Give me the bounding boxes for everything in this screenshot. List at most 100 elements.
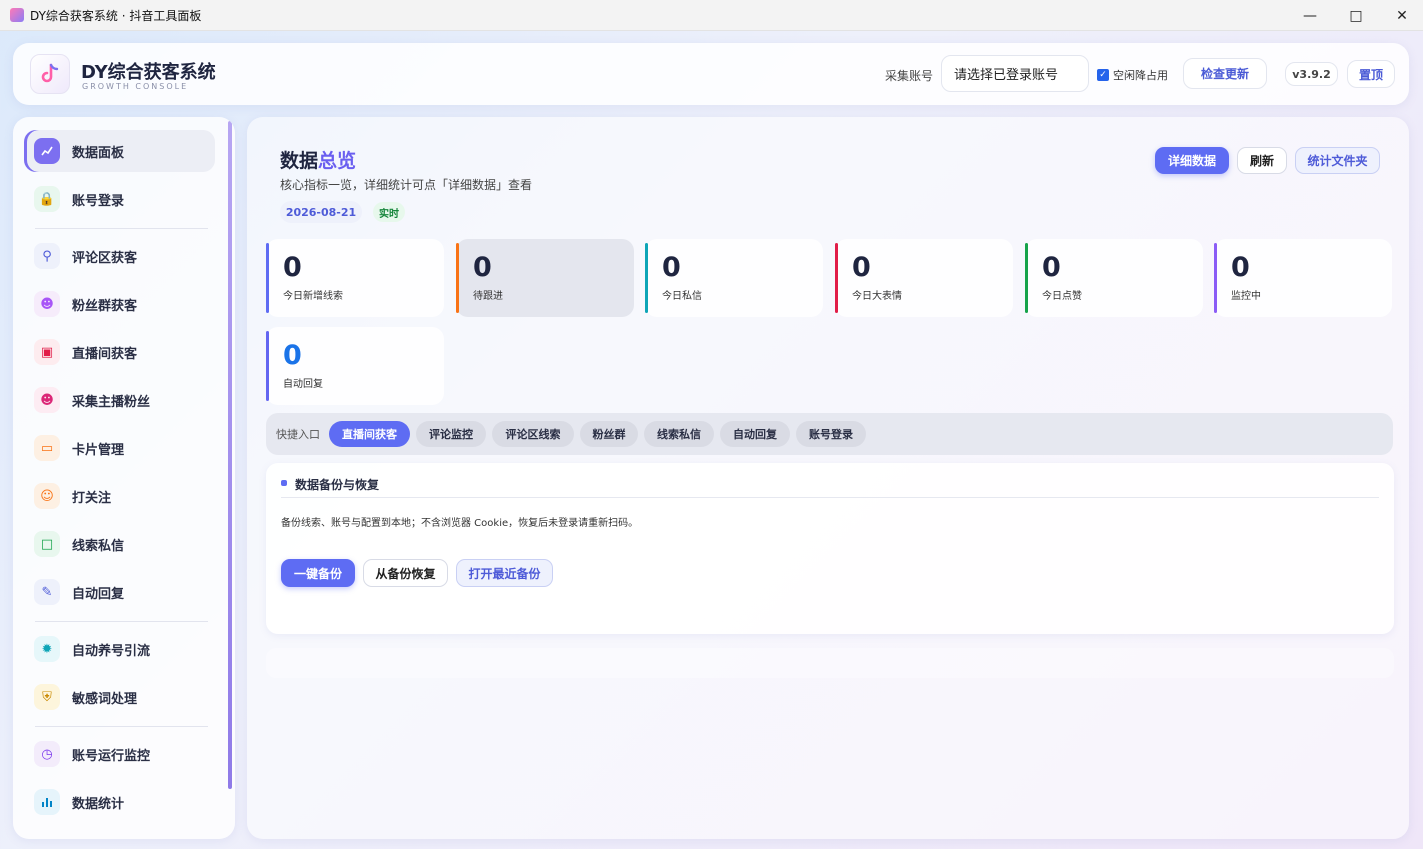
backup-description: 备份线索、账号与配置到本地；不含浏览器 Cookie，恢复后未登录请重新扫码。 — [281, 518, 639, 529]
check-update-button[interactable]: 检查更新 — [1183, 58, 1267, 89]
sidebar-item-lead-message[interactable]: □ 线索私信 — [24, 523, 215, 565]
close-icon[interactable]: ✕ — [1379, 0, 1423, 31]
quick-chip-live-room[interactable]: 直播间获客 — [329, 421, 410, 447]
stat-value: 0 — [852, 252, 871, 283]
sidebar-item-sensitive-words[interactable]: ⛨ 敏感词处理 — [24, 676, 215, 718]
stat-accent-bar — [645, 243, 648, 313]
version-badge: v3.9.2 — [1285, 62, 1338, 86]
sidebar-item-comment-leads[interactable]: ⚲ 评论区获客 — [24, 235, 215, 277]
quick-chip-account-login[interactable]: 账号登录 — [796, 421, 866, 447]
quick-entry-label: 快捷入口 — [276, 428, 320, 441]
stat-accent-bar — [266, 331, 269, 401]
stat-card-auto-reply: 0 自动回复 — [266, 327, 444, 405]
header-bar: DY综合获客系统 GROWTH CONSOLE 采集账号 请选择已登录账号 ✓ … — [13, 43, 1409, 105]
pin-button[interactable]: 置顶 — [1347, 60, 1395, 88]
stat-accent-bar — [1025, 243, 1028, 313]
stat-label: 今日大表情 — [852, 291, 902, 302]
spinner-icon: ✹ — [34, 636, 60, 662]
stat-value: 0 — [473, 252, 492, 283]
one-click-backup-button[interactable]: 一键备份 — [281, 559, 355, 587]
chart-line-icon — [34, 138, 60, 164]
users-icon: ☻ — [34, 387, 60, 413]
quick-chip-comment-leads[interactable]: 评论区线索 — [492, 421, 574, 447]
quick-chip-lead-message[interactable]: 线索私信 — [644, 421, 714, 447]
brand-title: DY综合获客系统 — [81, 62, 216, 83]
stat-accent-bar — [1214, 243, 1217, 313]
search-icon: ⚲ — [34, 243, 60, 269]
sidebar-item-data-stats[interactable]: 数据统计 — [24, 781, 215, 823]
detail-data-button[interactable]: 详细数据 — [1155, 147, 1229, 174]
account-select[interactable]: 请选择已登录账号 — [941, 55, 1089, 92]
sidebar: 数据面板 🔒 账号登录 ⚲ 评论区获客 ☻ 粉丝群获客 ▣ 直播间获客 ☻ 采集… — [13, 117, 235, 839]
sidebar-item-label: 粉丝群获客 — [72, 298, 138, 314]
backup-card: 数据备份与恢复 备份线索、账号与配置到本地；不含浏览器 Cookie，恢复后未登… — [266, 463, 1394, 634]
backup-title: 数据备份与恢复 — [295, 478, 380, 492]
checkbox-check-icon[interactable]: ✓ — [1097, 69, 1109, 81]
sidebar-scrollbar[interactable] — [228, 121, 232, 789]
maximize-icon[interactable]: □ — [1333, 0, 1379, 31]
date-badge: 2026-08-21 — [280, 201, 362, 223]
section-marker-icon — [281, 480, 287, 486]
sidebar-item-label: 评论区获客 — [72, 250, 138, 266]
stat-card-new-leads: 0 今日新增线索 — [266, 239, 444, 317]
page-title-prefix: 数据 — [280, 150, 319, 172]
stat-card-emoji: 0 今日大表情 — [835, 239, 1013, 317]
stats-folder-button[interactable]: 统计文件夹 — [1295, 147, 1380, 174]
lock-icon: 🔒 — [34, 186, 60, 212]
stat-label: 自动回复 — [283, 379, 323, 390]
stat-accent-bar — [456, 243, 459, 313]
clock-icon: ◷ — [34, 741, 60, 767]
sidebar-item-label: 账号运行监控 — [72, 748, 151, 764]
users-icon: ☻ — [34, 291, 60, 317]
stat-value: 0 — [662, 252, 681, 283]
sidebar-item-live-room[interactable]: ▣ 直播间获客 — [24, 331, 215, 373]
sidebar-item-label: 账号登录 — [72, 193, 125, 209]
sidebar-item-label: 直播间获客 — [72, 346, 138, 362]
sidebar-item-follow[interactable]: ☺ 打关注 — [24, 475, 215, 517]
quick-entry-bar: 快捷入口 直播间获客 评论监控 评论区线索 粉丝群 线索私信 自动回复 账号登录 — [266, 413, 1393, 455]
stat-accent-bar — [266, 243, 269, 313]
stat-card-likes: 0 今日点赞 — [1025, 239, 1203, 317]
open-latest-backup-button[interactable]: 打开最近备份 — [456, 559, 553, 587]
page-title: 数据总览 — [280, 146, 356, 173]
sidebar-item-label: 数据面板 — [72, 145, 125, 161]
sidebar-item-account-login[interactable]: 🔒 账号登录 — [24, 178, 215, 220]
stat-value: 0 — [283, 340, 302, 371]
sidebar-divider — [35, 726, 208, 727]
idle-checkbox[interactable]: ✓ 空闲降占用 — [1097, 67, 1168, 83]
restore-backup-button[interactable]: 从备份恢复 — [363, 559, 448, 587]
sidebar-item-card-management[interactable]: ▭ 卡片管理 — [24, 427, 215, 469]
sidebar-item-fan-group[interactable]: ☻ 粉丝群获客 — [24, 283, 215, 325]
page-title-accent: 总览 — [318, 150, 357, 172]
sidebar-item-account-nurture[interactable]: ✹ 自动养号引流 — [24, 628, 215, 670]
sidebar-item-auto-reply[interactable]: ✎ 自动回复 — [24, 571, 215, 613]
card-icon: ▭ — [34, 435, 60, 461]
placeholder-card — [266, 648, 1394, 678]
shield-icon: ⛨ — [34, 684, 60, 710]
user-plus-icon: ☺ — [34, 483, 60, 509]
window-title: DY综合获客系统 · 抖音工具面板 — [30, 8, 202, 23]
sidebar-item-label: 自动养号引流 — [72, 643, 151, 659]
quick-chip-comment-monitor[interactable]: 评论监控 — [416, 421, 486, 447]
monitor-icon: ▣ — [34, 339, 60, 365]
account-label: 采集账号 — [885, 69, 934, 83]
stat-card-messages: 0 今日私信 — [645, 239, 823, 317]
page-subtitle: 核心指标一览，详细统计可点「详细数据」查看 — [280, 178, 533, 192]
stat-card-pending: 0 待跟进 — [456, 239, 634, 317]
quick-chip-auto-reply[interactable]: 自动回复 — [720, 421, 790, 447]
sidebar-item-streamer-fans[interactable]: ☻ 采集主播粉丝 — [24, 379, 215, 421]
stat-value: 0 — [1231, 252, 1250, 283]
minimize-icon[interactable]: — — [1287, 0, 1333, 31]
idle-checkbox-label: 空闲降占用 — [1113, 69, 1168, 82]
sidebar-item-label: 卡片管理 — [72, 442, 125, 458]
stat-value: 0 — [283, 252, 302, 283]
main-panel: 数据总览 核心指标一览，详细统计可点「详细数据」查看 2026-08-21 实时… — [247, 117, 1409, 839]
sidebar-item-account-monitor[interactable]: ◷ 账号运行监控 — [24, 733, 215, 775]
sidebar-item-dashboard[interactable]: 数据面板 — [24, 130, 215, 172]
quick-chip-fan-group[interactable]: 粉丝群 — [580, 421, 638, 447]
refresh-button[interactable]: 刷新 — [1237, 147, 1287, 174]
sidebar-item-label: 打关注 — [72, 490, 112, 506]
sidebar-item-label: 数据统计 — [72, 796, 125, 812]
backup-divider — [281, 497, 1379, 498]
stat-label: 待跟进 — [473, 291, 503, 302]
